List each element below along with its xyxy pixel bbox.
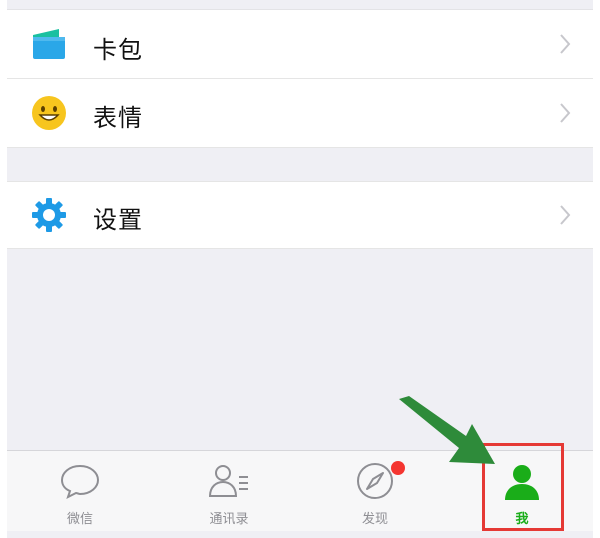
annotation-arrow [399, 396, 495, 464]
